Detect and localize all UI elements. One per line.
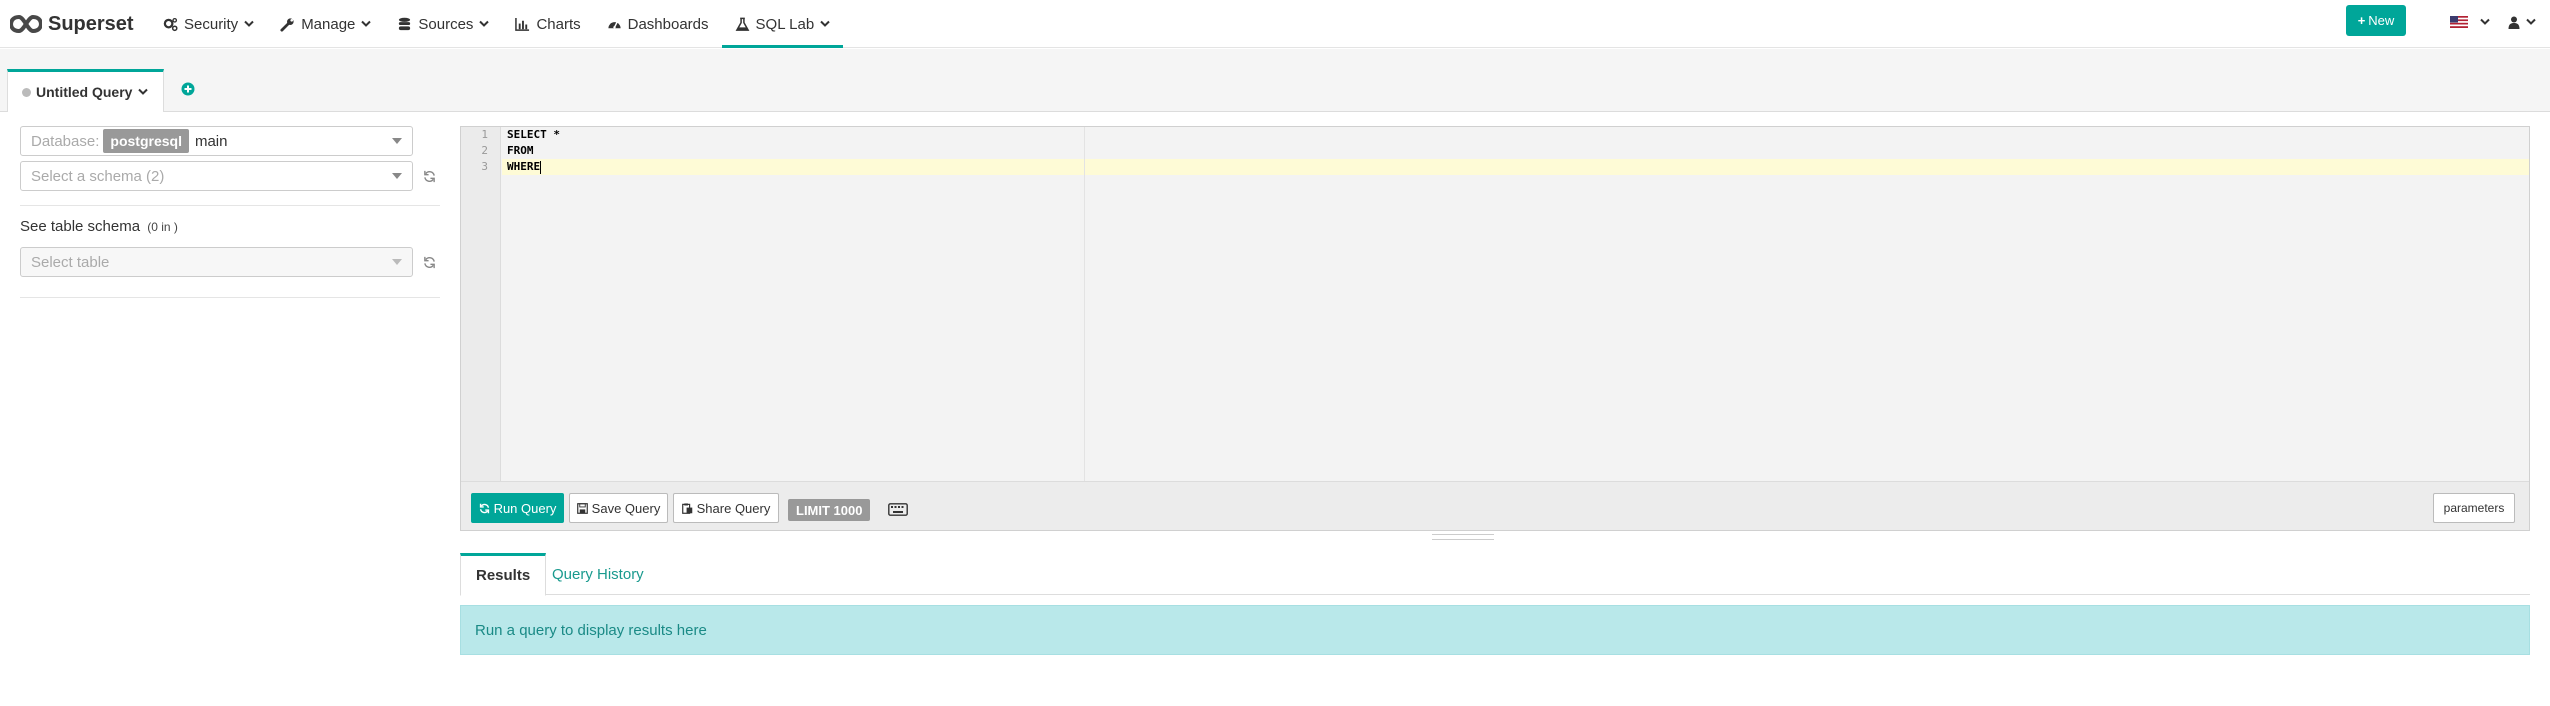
- code-line: FROM: [507, 144, 534, 157]
- nav-security[interactable]: Security: [150, 0, 267, 48]
- table-select[interactable]: Select table: [20, 247, 413, 277]
- database-backend-tag: postgresql: [103, 129, 189, 153]
- print-margin: [1084, 127, 1085, 481]
- code-line-text: WHERE: [507, 160, 541, 173]
- nav-sql-lab[interactable]: SQL Lab: [721, 0, 844, 48]
- nav-manage-label: Manage: [301, 15, 356, 33]
- database-label: Database:: [31, 132, 100, 150]
- save-query-button[interactable]: Save Query: [569, 493, 668, 523]
- refresh-icon: [479, 503, 489, 513]
- editor-toolbar: Run Query Save Query Share Query LIMIT 1…: [461, 481, 2529, 530]
- tab-results[interactable]: Results: [460, 553, 547, 596]
- refresh-schema-icon[interactable]: [423, 170, 436, 183]
- table-schema-count: (0 in ): [147, 220, 178, 234]
- query-status-dot: [22, 87, 31, 97]
- nav-charts[interactable]: Charts: [502, 0, 593, 48]
- editor-gutter: 1 2 3: [461, 127, 501, 481]
- result-tabs: Results Query History: [460, 553, 2530, 596]
- save-query-label: Save Query: [591, 500, 661, 516]
- dropdown-arrow-icon: [392, 138, 402, 144]
- code-line-text: FROM: [507, 144, 534, 157]
- nav-manage[interactable]: Manage: [267, 0, 384, 48]
- database-select[interactable]: Database: postgresql main: [20, 126, 413, 156]
- main-nav: Security Manage Sources Charts Dashboard…: [150, 0, 844, 48]
- superset-logo-icon: [10, 14, 42, 34]
- table-schema-title-text: See table schema: [20, 218, 141, 235]
- language-menu[interactable]: [2450, 10, 2490, 34]
- nav-security-label: Security: [184, 15, 239, 33]
- user-menu[interactable]: [2508, 10, 2536, 34]
- parameters-label: parameters: [2443, 501, 2505, 515]
- top-navbar: Superset Security Manage Sources Charts …: [0, 0, 2550, 48]
- chevron-down-icon: [361, 20, 372, 27]
- line-number: 1: [481, 128, 488, 141]
- sql-editor[interactable]: SELECT * FROM WHERE: [502, 127, 2529, 481]
- keyboard-icon[interactable]: [888, 503, 908, 516]
- brand[interactable]: Superset: [10, 6, 134, 42]
- left-panel: Database: postgresql main Select a schem…: [0, 113, 455, 706]
- bar-chart-icon: [515, 17, 530, 31]
- chevron-down-icon: [244, 20, 254, 27]
- active-line-highlight: [502, 159, 2529, 175]
- run-query-label: Run Query: [493, 500, 557, 516]
- brand-name: Superset: [48, 12, 134, 35]
- parameters-button[interactable]: parameters: [2433, 493, 2515, 523]
- save-icon: [576, 502, 588, 514]
- limit-badge[interactable]: LIMIT 1000: [788, 499, 871, 521]
- nav-sql-lab-label: SQL Lab: [755, 15, 815, 33]
- plus-icon: +: [2357, 13, 2366, 28]
- clipboard-icon: [681, 502, 692, 514]
- results-info-message: Run a query to display results here: [475, 621, 707, 639]
- run-query-button[interactable]: Run Query: [471, 493, 564, 523]
- table-placeholder: Select table: [31, 253, 110, 271]
- user-icon: [2508, 16, 2520, 29]
- nav-sources-label: Sources: [418, 15, 474, 33]
- nav-dashboards-label: Dashboards: [627, 15, 709, 33]
- new-button-label: New: [2368, 13, 2395, 28]
- flask-icon: [735, 17, 749, 31]
- us-flag-icon: [2450, 16, 2468, 28]
- chevron-down-icon: [2480, 18, 2490, 25]
- chevron-down-icon: [479, 20, 490, 27]
- database-name: main: [194, 132, 228, 150]
- schema-select[interactable]: Select a schema (2): [20, 161, 413, 191]
- chevron-down-icon: [2526, 18, 2536, 25]
- chevron-down-icon: [820, 20, 830, 27]
- dashboard-icon: [608, 20, 621, 29]
- divider: [20, 297, 440, 298]
- table-schema-title: See table schema (0 in ): [20, 218, 178, 235]
- line-number: 3: [481, 160, 488, 173]
- share-query-label: Share Query: [696, 500, 771, 516]
- query-tab-label: Untitled Query: [36, 84, 133, 100]
- share-query-button[interactable]: Share Query: [673, 493, 779, 523]
- code-line-text: SELECT *: [507, 128, 560, 141]
- plus-circle-icon[interactable]: [180, 81, 196, 97]
- new-button[interactable]: + New: [2346, 5, 2406, 36]
- tab-results-label: Results: [476, 567, 531, 584]
- chevron-down-icon[interactable]: [138, 88, 149, 96]
- results-info-alert: Run a query to display results here: [460, 605, 2530, 655]
- query-tabs-bar: Untitled Query: [0, 49, 2550, 112]
- nav-sources[interactable]: Sources: [384, 0, 502, 48]
- dropdown-arrow-icon: [392, 259, 402, 265]
- schema-placeholder: Select a schema (2): [31, 167, 165, 185]
- query-tab-untitled[interactable]: Untitled Query: [7, 69, 164, 112]
- refresh-table-icon[interactable]: [423, 256, 436, 269]
- code-line: WHERE: [507, 160, 542, 174]
- code-line: SELECT *: [507, 128, 560, 141]
- database-icon: [399, 17, 411, 30]
- split-pane-resizer[interactable]: [1432, 534, 1494, 540]
- tab-query-history[interactable]: Query History: [537, 553, 659, 595]
- dropdown-arrow-icon: [392, 173, 402, 179]
- cogs-icon: [163, 17, 178, 31]
- nav-charts-label: Charts: [536, 15, 581, 33]
- wrench-icon: [280, 17, 294, 32]
- line-number: 2: [481, 144, 488, 157]
- text-cursor: [540, 160, 542, 174]
- sql-editor-panel: 1 2 3 SELECT * FROM WHERE Run Query Save…: [460, 126, 2530, 531]
- nav-dashboards[interactable]: Dashboards: [594, 0, 722, 48]
- divider: [20, 205, 440, 206]
- tab-query-history-label: Query History: [552, 565, 644, 583]
